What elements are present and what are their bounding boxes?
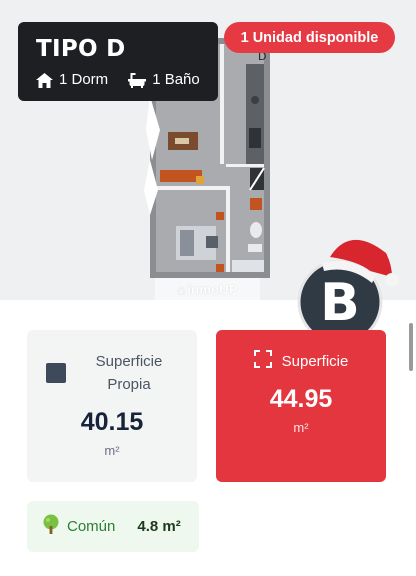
common-surface-value: 4.8 m²: [137, 518, 181, 535]
unit-type-meta: 1 Dorm 1 Baño: [36, 70, 218, 90]
total-surface-unit: m²: [293, 420, 309, 435]
own-surface-square-icon: [46, 363, 66, 383]
brand-letter: B: [320, 273, 360, 333]
availability-badge: 1 Unidad disponible: [224, 22, 395, 53]
unit-type-title: TIPO D: [36, 36, 126, 62]
watermark-text: inmoUP: [187, 281, 238, 297]
common-surface-card: Común 4.8 m²: [27, 501, 199, 552]
total-surface-value: 44.95: [269, 385, 333, 413]
plan-watermark: ⌂ inmoUP: [155, 278, 260, 300]
own-surface-card: Superficie Propia 40.15 m²: [27, 330, 197, 482]
scrollbar[interactable]: [409, 323, 413, 371]
watermark-roof-icon: ⌂: [177, 281, 186, 297]
bathtub-icon: [128, 72, 147, 88]
tree-icon: [41, 514, 61, 539]
bathrooms-label: 1 Baño: [152, 71, 200, 88]
total-surface-label: Superficie: [281, 352, 349, 370]
unit-type-card: TIPO D 1 Dorm 1 Baño: [18, 22, 218, 101]
expand-icon: [253, 350, 272, 372]
bedrooms-label: 1 Dorm: [59, 71, 109, 88]
total-surface-card: Superficie 44.95 m²: [216, 330, 386, 482]
common-surface-label: Común: [67, 518, 116, 535]
own-surface-value: 40.15: [80, 408, 144, 436]
brand-logo[interactable]: B: [292, 225, 402, 345]
own-surface-unit: m²: [104, 443, 120, 458]
total-surface-header: Superficie: [216, 350, 386, 372]
home-icon: [36, 72, 53, 88]
own-surface-label: Superficie Propia: [95, 353, 163, 393]
